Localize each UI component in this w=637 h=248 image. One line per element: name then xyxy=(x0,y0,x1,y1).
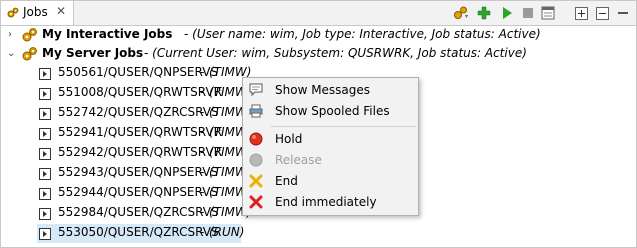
job-name: 552943/QUSER/QNPSERVS xyxy=(58,165,219,179)
release-icon xyxy=(249,153,263,167)
menu-label: End immediately xyxy=(275,195,377,209)
job-icon xyxy=(39,148,51,160)
menu-item-show-spooled-files[interactable]: Show Spooled Files xyxy=(243,101,418,121)
run-icon[interactable] xyxy=(499,5,515,21)
job-row-selected[interactable]: 553050/QUSER/QZRCSRVS - (RUN) xyxy=(37,224,245,243)
menu-item-release[interactable]: Release xyxy=(243,150,418,170)
tab-jobs[interactable]: Jobs ✕ xyxy=(1,1,74,25)
node-details: - (Current User: wim, Subsystem: QUSRWRK… xyxy=(144,46,527,60)
chevron-right-icon[interactable]: › xyxy=(8,29,18,40)
menu-item-end[interactable]: End xyxy=(243,171,418,191)
job-row[interactable]: 552941/QUSER/QRWTSRVR - (TIMW) xyxy=(37,124,267,143)
expand-all-icon[interactable] xyxy=(573,5,589,21)
job-icon xyxy=(39,168,51,180)
menu-label: Show Messages xyxy=(275,83,371,97)
menu-label: Release xyxy=(275,153,322,167)
printer-icon xyxy=(249,104,263,118)
job-icon xyxy=(39,128,51,140)
context-menu: Show Messages Show Spooled Files Hold Re… xyxy=(242,77,419,216)
job-status: (RUN) xyxy=(209,225,245,239)
job-row[interactable]: 552984/QUSER/QZRCSRVS - (TIMW) xyxy=(37,204,267,223)
job-name: 552941/QUSER/QRWTSRVR xyxy=(58,125,222,139)
job-row[interactable]: 552942/QUSER/QRWTSRVR - (TIMW) xyxy=(37,144,267,163)
job-name: 553050/QUSER/QZRCSRVS xyxy=(58,225,219,239)
jobs-view: Jobs ✕ › My Interactive Jobs - (User nam… xyxy=(0,0,637,248)
job-icon xyxy=(39,228,51,240)
menu-label: Show Spooled Files xyxy=(275,104,390,118)
tab-label: Jobs xyxy=(23,5,48,19)
job-name: 552942/QUSER/QRWTSRVR xyxy=(58,145,222,159)
menu-item-end-immediately[interactable]: End immediately xyxy=(243,192,418,212)
job-name: 552944/QUSER/QNPSERVS xyxy=(58,185,219,199)
job-icon xyxy=(39,188,51,200)
job-name: 550561/QUSER/QNPSERVS xyxy=(58,65,219,79)
hold-icon xyxy=(249,132,263,146)
gears-icon xyxy=(22,47,37,61)
gears-icon xyxy=(22,28,37,42)
view-icon[interactable] xyxy=(540,5,556,21)
refresh-icon[interactable] xyxy=(453,5,469,21)
node-label: My Server Jobs xyxy=(42,46,144,60)
menu-item-show-messages[interactable]: Show Messages xyxy=(243,80,418,100)
menu-separator xyxy=(271,126,416,127)
collapse-all-icon[interactable] xyxy=(594,5,610,21)
view-tab-bar: Jobs ✕ xyxy=(1,1,636,26)
node-label: My Interactive Jobs xyxy=(42,27,173,41)
job-icon xyxy=(39,108,51,120)
tree-node-server-jobs[interactable]: ⌄ My Server Jobs - (Current User: wim, S… xyxy=(1,45,636,64)
message-icon xyxy=(249,83,263,97)
gears-icon xyxy=(7,7,19,18)
stop-icon[interactable] xyxy=(520,5,536,21)
job-row[interactable]: 551008/QUSER/QRWTSRVR - (TIMW) xyxy=(37,84,267,103)
chevron-down-icon[interactable]: ⌄ xyxy=(7,48,17,59)
job-row[interactable]: 552943/QUSER/QNPSERVS - (TIMW) xyxy=(37,164,267,183)
end-icon xyxy=(249,174,263,188)
job-name: 552984/QUSER/QZRCSRVS xyxy=(58,205,219,219)
job-icon xyxy=(39,208,51,220)
job-icon xyxy=(39,88,51,100)
minimize-icon[interactable] xyxy=(615,5,631,21)
menu-label: End xyxy=(275,174,298,188)
job-row[interactable]: 552742/QUSER/QZRCSRVS - (TIMW) xyxy=(37,104,267,123)
close-icon[interactable]: ✕ xyxy=(56,4,66,18)
tree-node-interactive-jobs[interactable]: › My Interactive Jobs - (User name: wim,… xyxy=(1,26,636,45)
node-details: - (User name: wim, Job type: Interactive… xyxy=(184,27,541,41)
menu-item-hold[interactable]: Hold xyxy=(243,129,418,149)
job-name: 552742/QUSER/QZRCSRVS xyxy=(58,105,219,119)
job-row[interactable]: 552944/QUSER/QNPSERVS - (TIMW) xyxy=(37,184,267,203)
end-immediately-icon xyxy=(249,195,263,209)
job-icon xyxy=(39,68,51,80)
job-name: 551008/QUSER/QRWTSRVR xyxy=(58,85,222,99)
add-icon[interactable] xyxy=(476,5,492,21)
menu-label: Hold xyxy=(275,132,303,146)
job-row[interactable]: 550561/QUSER/QNPSERVS - (TIMW) xyxy=(37,64,267,83)
